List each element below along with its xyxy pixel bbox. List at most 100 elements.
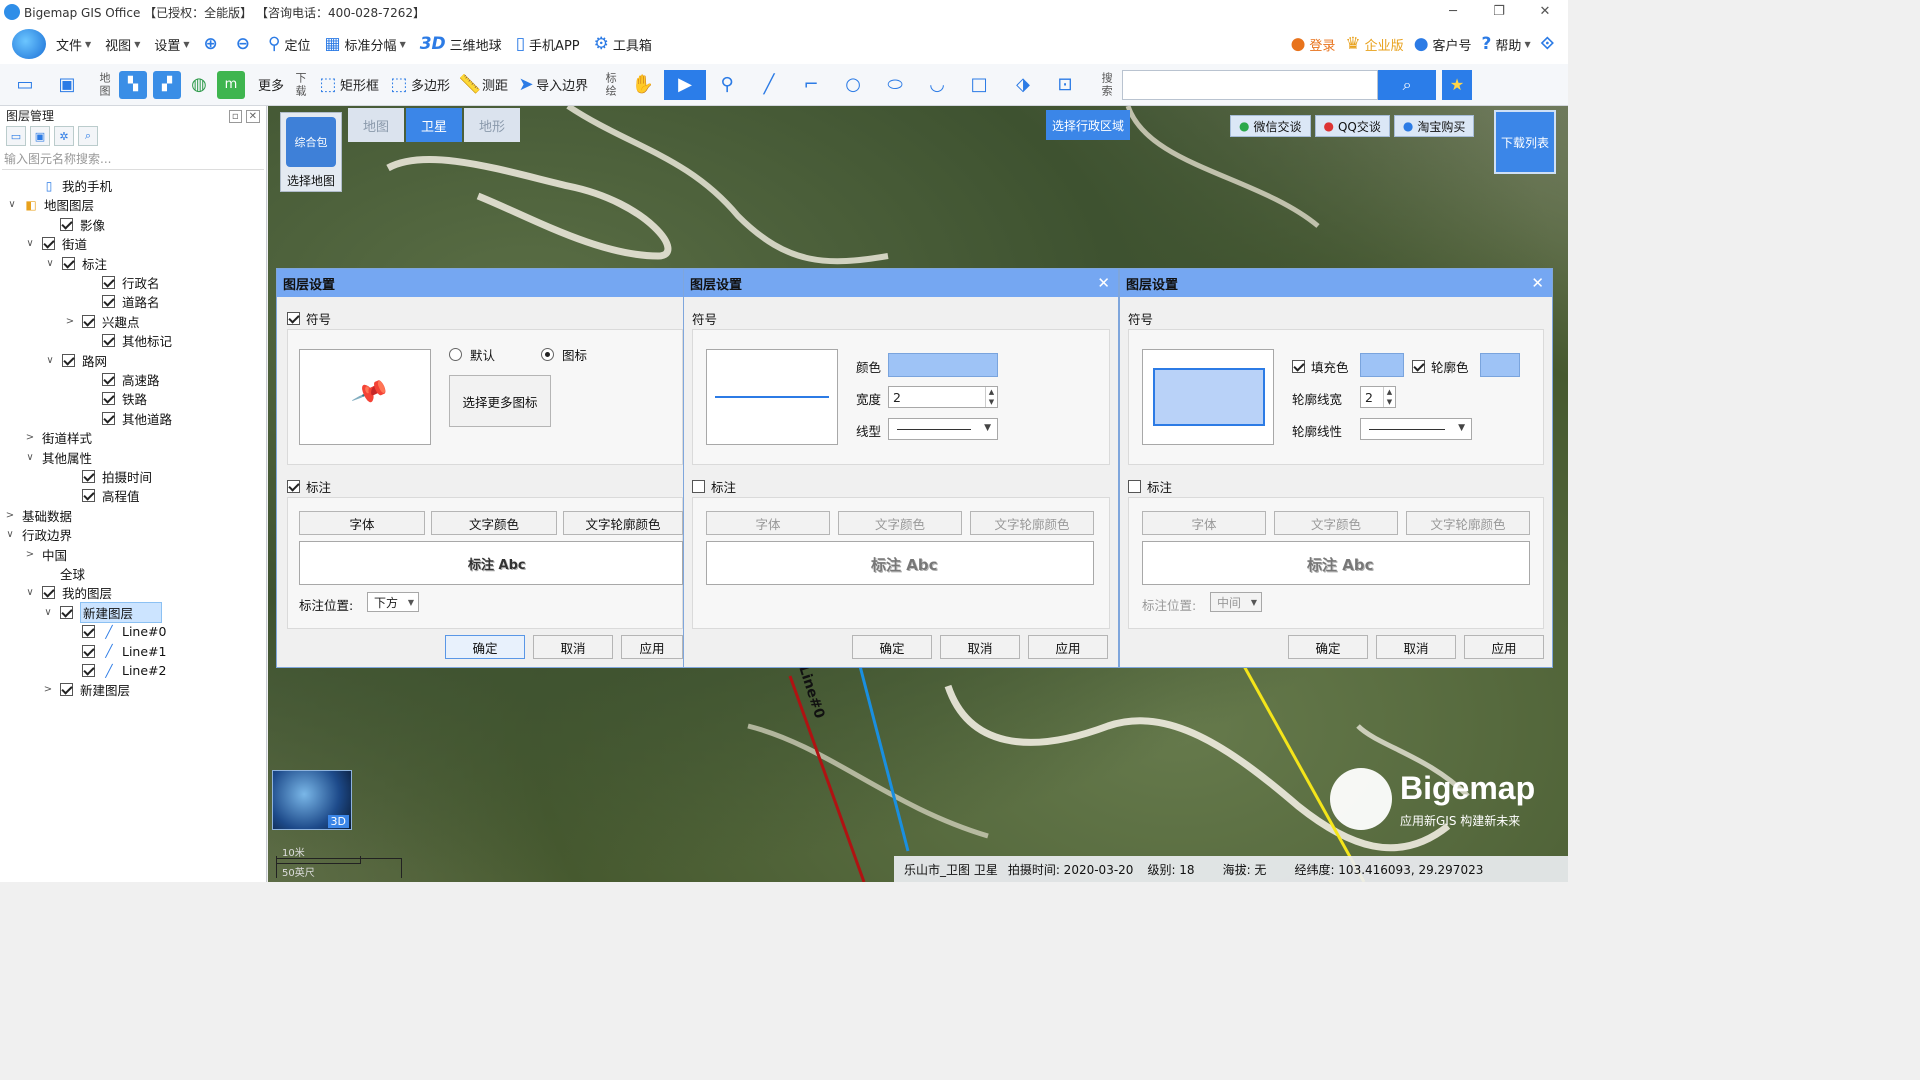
tree-item[interactable]: 道路名 <box>84 292 160 311</box>
map-selector[interactable]: 综合包 选择地图 <box>280 112 342 192</box>
text-color-button[interactable]: 文字颜色 <box>838 511 962 535</box>
layer-checkbox[interactable] <box>82 625 95 639</box>
draw-curve-icon[interactable]: ◡ <box>922 70 952 100</box>
fill-color-checkbox[interactable]: 填充色 <box>1292 357 1349 376</box>
draw-line-icon[interactable]: ╱ <box>754 70 784 100</box>
close-icon[interactable]: ✕ <box>1531 274 1544 292</box>
font-button[interactable]: 字体 <box>299 511 425 535</box>
tree-item[interactable]: > 新建图层 <box>42 680 130 699</box>
collapse-toggle-icon[interactable]: ∨ <box>44 355 56 366</box>
open-folder-icon[interactable]: ▭ <box>10 70 40 100</box>
menu-locate[interactable]: ⚲ 定位 <box>268 34 310 54</box>
search-input[interactable] <box>1122 69 1379 100</box>
collapse-toggle-icon[interactable]: ∨ <box>4 529 16 540</box>
expand-toggle-icon[interactable]: > <box>4 510 16 521</box>
label-position-select[interactable]: 中间 ▼ <box>1210 592 1262 612</box>
marker-icon[interactable]: ⚲ <box>712 70 742 100</box>
apply-button[interactable]: 应用 <box>1464 635 1544 659</box>
measure-button[interactable]: 📏 测距 <box>454 70 512 100</box>
float-panel-icon[interactable]: ▫ <box>228 110 242 123</box>
restore-button[interactable]: ❐ <box>1476 0 1522 24</box>
tree-item[interactable]: 拍摄时间 <box>64 467 152 486</box>
close-panel-icon[interactable]: ✕ <box>245 110 260 123</box>
settings-eye-button[interactable]: ⟐ <box>1541 34 1558 54</box>
tree-item[interactable]: ▯ 我的手机 <box>24 176 112 195</box>
pan-hand-icon[interactable]: ✋ <box>628 70 658 100</box>
zoom-in-button[interactable]: ⊕ <box>204 34 222 54</box>
label-position-select[interactable]: 下方 ▼ <box>367 592 419 612</box>
font-button[interactable]: 字体 <box>1142 511 1266 535</box>
minimize-button[interactable]: ─ <box>1430 0 1476 24</box>
ok-button[interactable]: 确定 <box>1288 635 1368 659</box>
menu-file[interactable]: 文件 ▼ <box>56 35 91 54</box>
collapse-toggle-icon[interactable]: ∨ <box>6 199 18 210</box>
layer-checkbox[interactable] <box>82 470 95 483</box>
layer-settings-icon[interactable]: ✲ <box>54 126 74 146</box>
layer-checkbox[interactable] <box>82 314 95 328</box>
radio-icon[interactable]: 图标 <box>541 345 587 364</box>
text-outline-color-button[interactable]: 文字轮廓颜色 <box>1406 511 1530 535</box>
search-button[interactable]: ⌕ <box>1378 69 1437 100</box>
tree-item[interactable]: ╱ Line#0 <box>64 622 166 641</box>
wechat-button[interactable]: ● 微信交谈 <box>1230 115 1311 137</box>
outline-color-checkbox[interactable]: 轮廓色 <box>1412 357 1469 376</box>
label-checkbox[interactable]: 标注 <box>692 477 736 496</box>
save-icon[interactable]: ▣ <box>52 70 82 100</box>
close-icon[interactable]: ✕ <box>1097 274 1110 292</box>
ruler-tag-icon[interactable]: ⬗ <box>1008 70 1038 100</box>
ok-button[interactable]: 确定 <box>445 635 525 659</box>
tree-item[interactable]: 行政名 <box>84 273 160 292</box>
tree-item[interactable]: ∨ 路网 <box>44 351 107 370</box>
collapse-toggle-icon[interactable]: ∨ <box>44 258 56 269</box>
tree-item[interactable]: 铁路 <box>84 389 147 408</box>
line-color-swatch[interactable] <box>888 353 998 377</box>
symbol-checkbox[interactable]: 符号 <box>287 309 331 328</box>
line-type-select[interactable]: ▼ <box>888 418 998 440</box>
import-boundary-button[interactable]: ➤ 导入边界 <box>512 70 592 100</box>
favorite-button[interactable]: ★ <box>1442 69 1473 100</box>
layer-checkbox[interactable] <box>102 295 115 309</box>
expand-toggle-icon[interactable]: > <box>24 432 36 443</box>
tree-item[interactable]: ∨ 行政边界 <box>4 525 72 544</box>
close-window-button[interactable]: ✕ <box>1522 0 1568 24</box>
tab-terrain[interactable]: 地形 <box>464 108 520 142</box>
tree-item[interactable]: 高程值 <box>64 486 140 505</box>
apply-button[interactable]: 应用 <box>1028 635 1108 659</box>
tree-item[interactable]: > 中国 <box>24 545 67 564</box>
layer-checkbox[interactable] <box>82 489 95 503</box>
more-maps-button[interactable]: 更多 <box>254 70 288 100</box>
collapse-toggle-icon[interactable]: ∨ <box>42 607 54 618</box>
outline-color-swatch[interactable] <box>1480 353 1520 377</box>
qq-button[interactable]: ● QQ交谈 <box>1314 115 1390 137</box>
cancel-button[interactable]: 取消 <box>1376 635 1456 659</box>
outline-width-stepper[interactable]: 2 ▲ ▼ <box>1360 386 1396 408</box>
customer-id-button[interactable]: ● 客户号 <box>1414 34 1472 54</box>
menu-standard-sheet[interactable]: ▦ 标准分幅 ▼ <box>324 34 405 54</box>
expand-toggle-icon[interactable]: > <box>42 684 54 695</box>
map-source-2-icon[interactable]: ▞ <box>153 70 181 99</box>
text-box-icon[interactable]: ⊡ <box>1050 70 1080 100</box>
layer-checkbox[interactable] <box>62 353 75 367</box>
map-source-1-icon[interactable]: ▚ <box>119 70 147 99</box>
outline-type-select[interactable]: ▼ <box>1360 418 1472 440</box>
expand-toggle-icon[interactable]: > <box>24 549 36 560</box>
cancel-button[interactable]: 取消 <box>940 635 1020 659</box>
tree-item[interactable]: ∨ 标注 <box>44 254 107 273</box>
rect-select-button[interactable]: ⬚ 矩形框 <box>312 70 383 100</box>
text-color-button[interactable]: 文字颜色 <box>1274 511 1398 535</box>
select-arrow-icon[interactable]: ▶ <box>664 69 707 100</box>
collapse-toggle-icon[interactable]: ∨ <box>24 587 36 598</box>
tree-item[interactable]: ╱ Line#1 <box>64 642 166 661</box>
ok-button[interactable]: 确定 <box>852 635 932 659</box>
draw-rectangle-icon[interactable]: □ <box>964 70 994 100</box>
tree-item[interactable]: ∨ 其他属性 <box>24 448 92 467</box>
enterprise-button[interactable]: ♛ 企业版 <box>1345 34 1403 54</box>
fill-color-swatch[interactable] <box>1360 353 1404 377</box>
draw-circle-icon[interactable]: ○ <box>838 70 868 100</box>
line-width-stepper[interactable]: 2 ▲ ▼ <box>888 386 998 408</box>
polygon-select-button[interactable]: ⬚ 多边形 <box>383 70 454 100</box>
layer-checkbox[interactable] <box>102 334 115 348</box>
select-region-button[interactable]: 选择行政区域 <box>1046 110 1130 140</box>
layer-checkbox[interactable] <box>42 237 55 251</box>
layer-checkbox[interactable] <box>60 605 73 619</box>
